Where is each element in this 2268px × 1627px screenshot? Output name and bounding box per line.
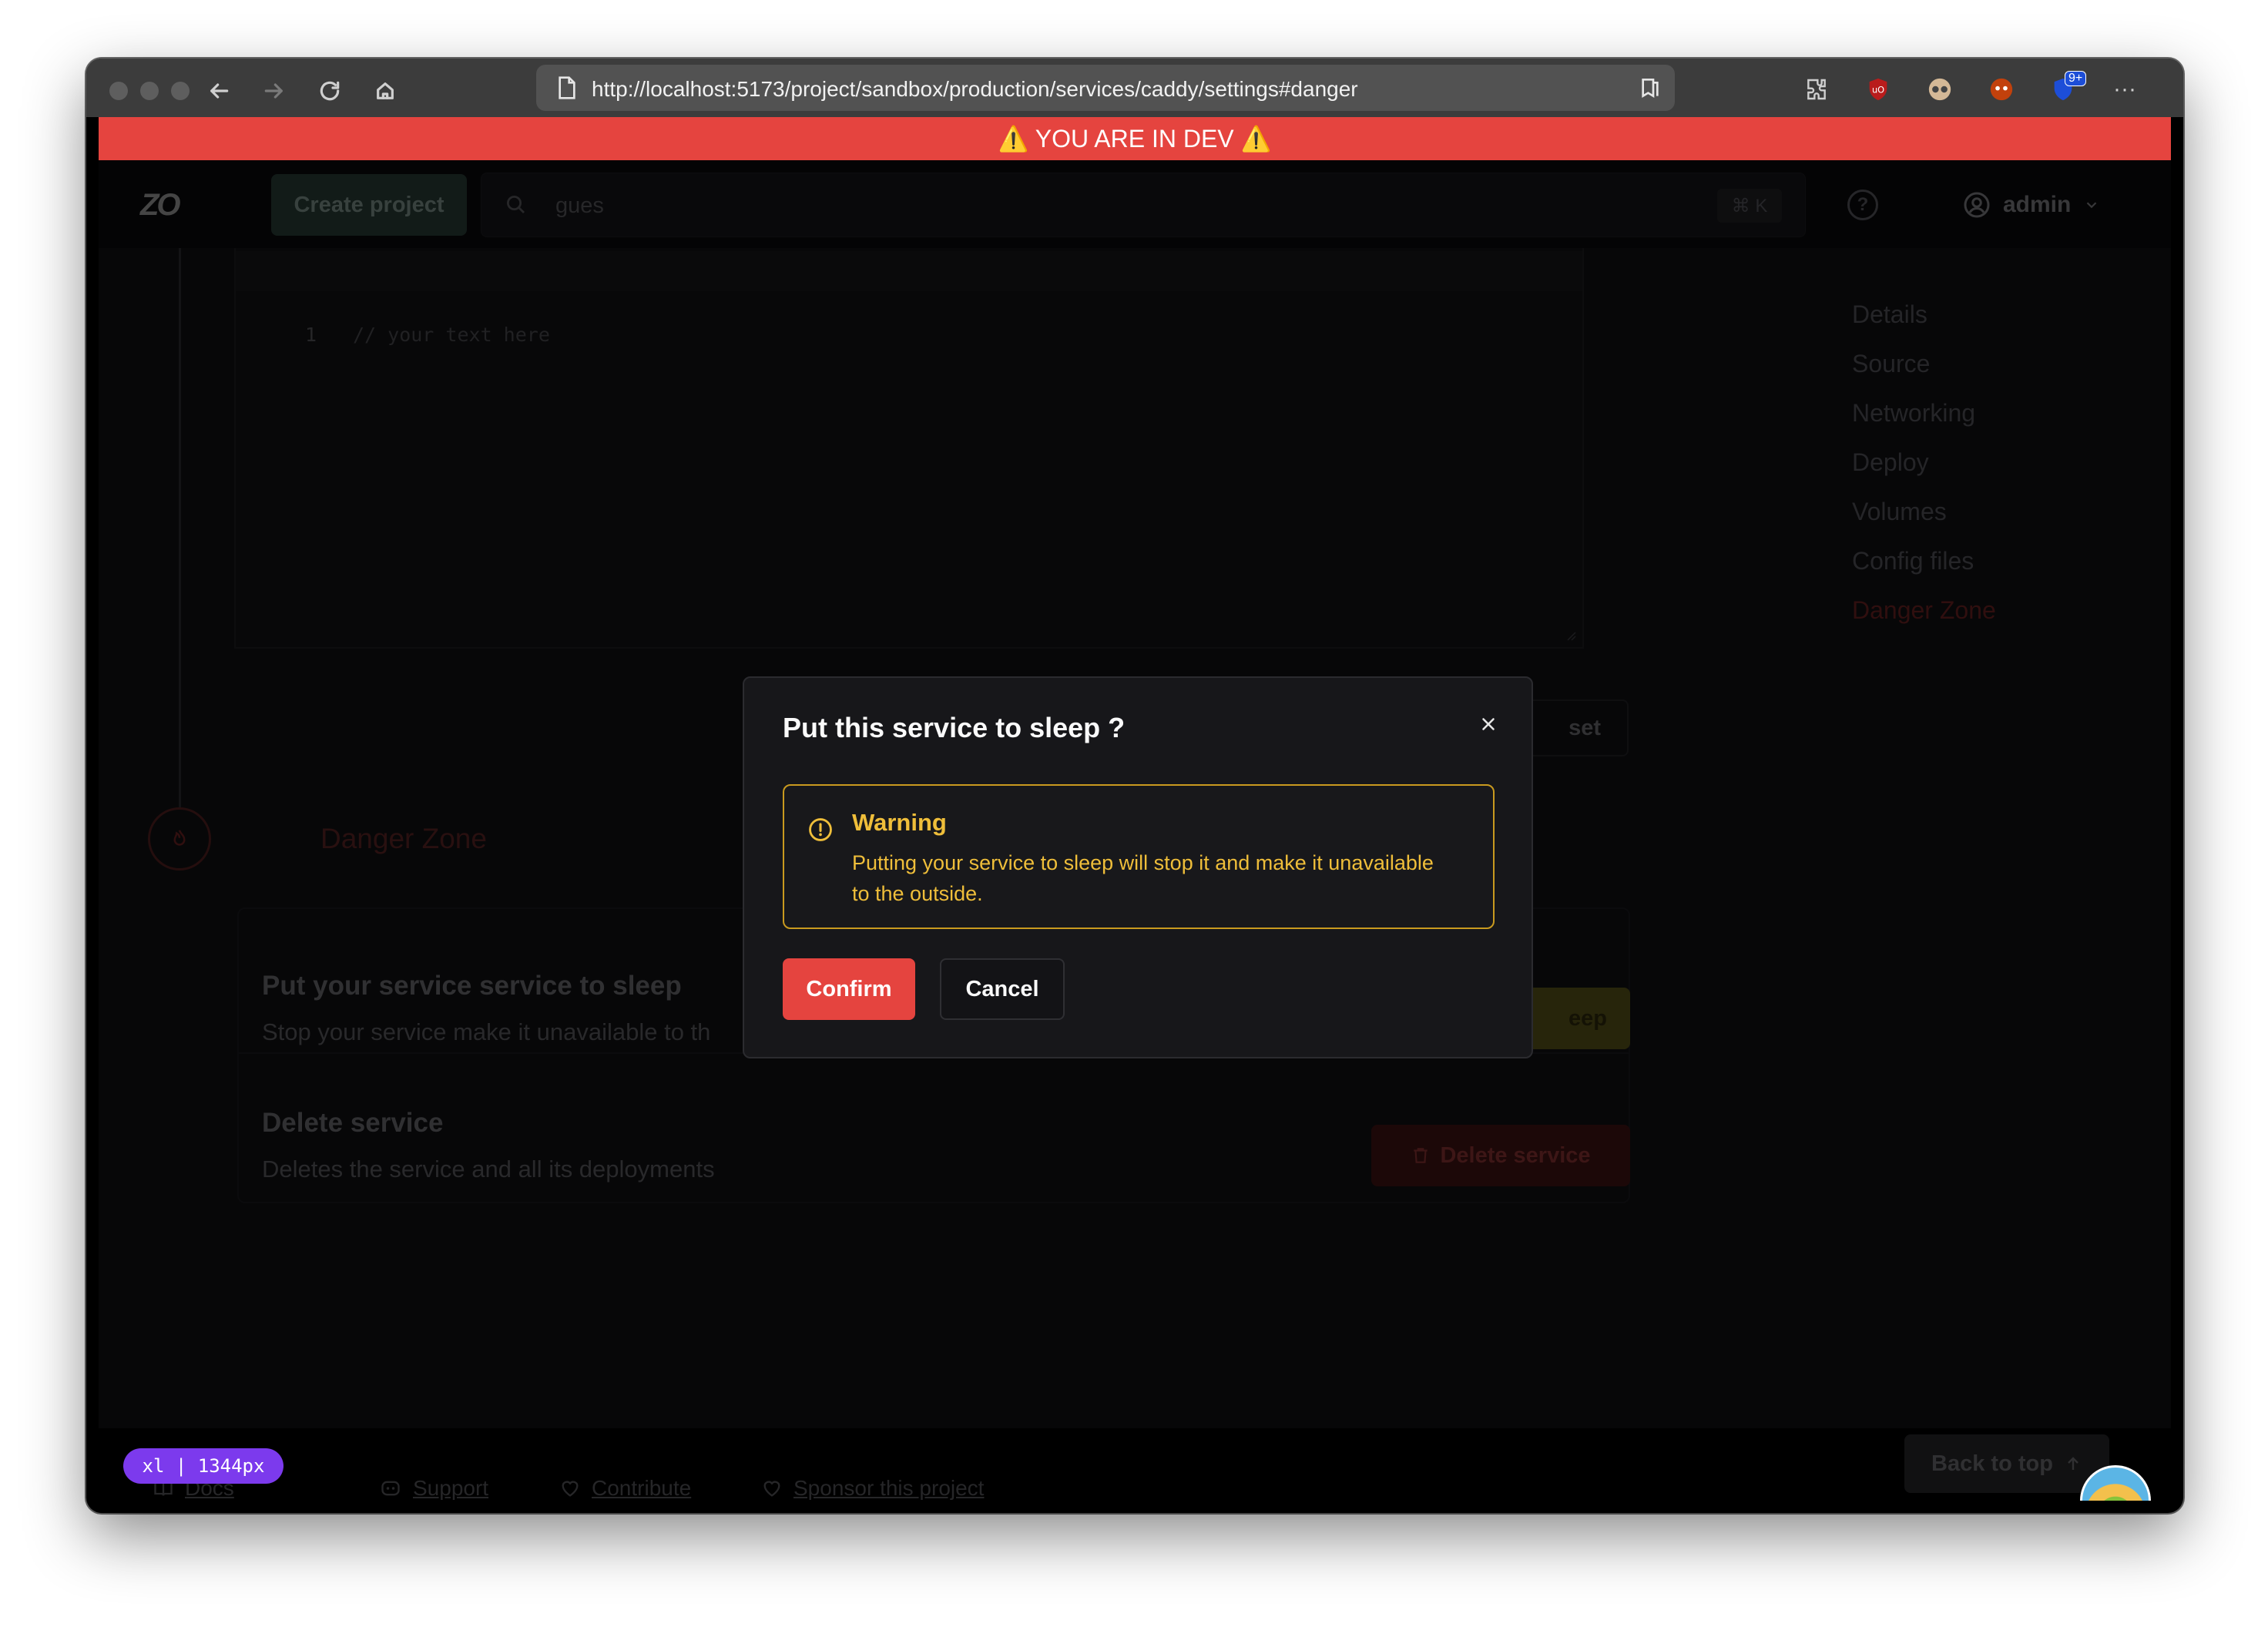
warning-title: Warning	[852, 809, 947, 836]
extensions-puzzle-icon[interactable]	[1801, 74, 1832, 105]
dev-banner-text: ⚠️ YOU ARE IN DEV ⚠️	[998, 125, 1272, 153]
more-menu-icon[interactable]: ···	[2109, 74, 2140, 105]
reader-view-icon[interactable]	[1638, 75, 1662, 100]
reload-icon[interactable]	[313, 74, 347, 108]
dialog-title: Put this service to sleep ?	[783, 712, 1126, 743]
browser-toolbar: http://localhost:5173/project/sandbox/pr…	[86, 59, 2183, 117]
red-panda-extension-icon[interactable]	[1986, 74, 2017, 105]
alert-circle-icon	[809, 818, 832, 841]
svg-text:uO: uO	[1872, 84, 1884, 95]
bitwarden-shield-icon[interactable]: 9+	[2048, 71, 2087, 105]
window-minimize-dot[interactable]	[140, 82, 159, 100]
breakpoint-badge: xl | 1344px	[123, 1448, 284, 1484]
home-icon[interactable]	[368, 74, 402, 108]
page-icon	[559, 76, 575, 99]
browser-window: http://localhost:5173/project/sandbox/pr…	[86, 59, 2183, 1513]
glasses-extension-icon[interactable]	[1924, 74, 1955, 105]
sleep-confirm-dialog: Put this service to sleep ? Warning Putt…	[743, 676, 1533, 1058]
window-close-dot[interactable]	[109, 82, 128, 100]
window-zoom-dot[interactable]	[171, 82, 190, 100]
warning-text: Putting your service to sleep will stop …	[852, 851, 1434, 905]
address-bar[interactable]: http://localhost:5173/project/sandbox/pr…	[536, 65, 1675, 111]
cancel-button[interactable]: Cancel	[940, 958, 1065, 1020]
dev-banner: ⚠️ YOU ARE IN DEV ⚠️	[99, 117, 2171, 160]
forward-icon[interactable]	[257, 74, 291, 108]
app-page: ZO Create project gues ⌘ K ? admin Dange…	[99, 160, 2171, 1501]
ublock-shield-icon[interactable]: uO	[1863, 74, 1894, 105]
back-icon[interactable]	[202, 74, 236, 108]
close-icon[interactable]	[1473, 709, 1504, 740]
url-text: http://localhost:5173/project/sandbox/pr…	[592, 77, 1358, 101]
warning-alert: Warning Putting your service to sleep wi…	[783, 784, 1495, 929]
confirm-button[interactable]: Confirm	[783, 958, 915, 1020]
extension-count-badge: 9+	[2065, 71, 2087, 86]
